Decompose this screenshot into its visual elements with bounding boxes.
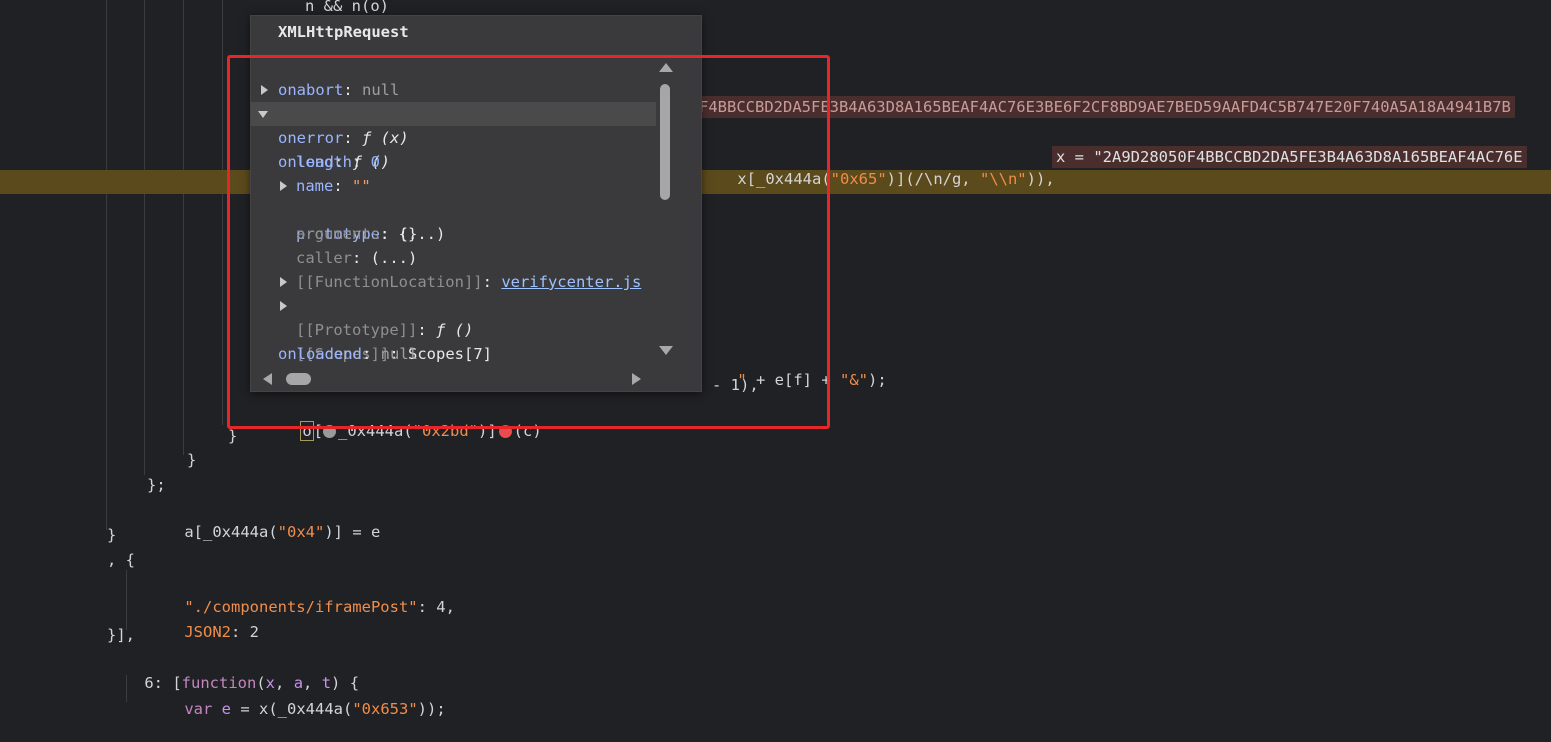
indent-guide — [106, 0, 107, 530]
code-line: 6: [function(x, a, t) { — [144, 674, 360, 692]
indent-guide — [144, 0, 145, 475]
code-line: var e = x(_0x444a("0x653")); — [184, 700, 446, 718]
code-line: , { — [107, 551, 135, 569]
popover-title: XMLHttpRequest — [278, 23, 409, 41]
code-line: a[_0x444a("0x4")] = e — [184, 523, 381, 541]
code-line: "./components/iframePost": 4, — [184, 598, 455, 616]
indent-guide — [222, 0, 223, 425]
code-line: JSON2: 2 — [184, 623, 259, 641]
indent-guide — [183, 0, 184, 455]
indent-guide — [126, 570, 127, 630]
code-line: }; — [147, 476, 166, 494]
annotation-highlight-box — [227, 55, 830, 429]
code-line: }], — [107, 626, 135, 644]
inline-value-x: x = "2A9D28050F4BBCCBD2DA5FE3B4A63D8A165… — [1052, 146, 1527, 168]
code-line: } — [187, 451, 197, 469]
code-line: } — [107, 526, 117, 544]
